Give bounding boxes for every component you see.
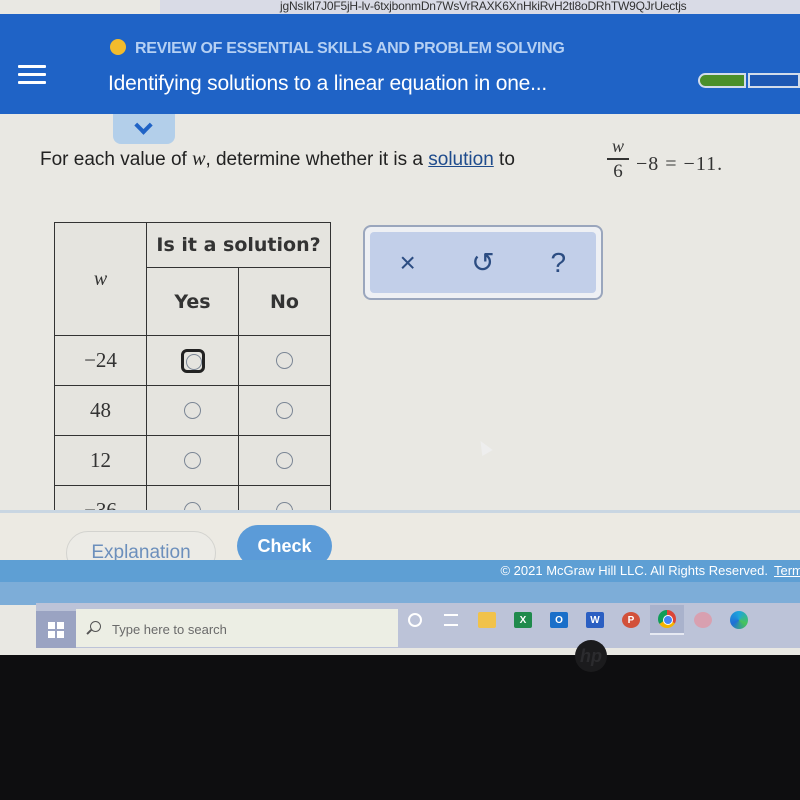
is-solution-header: Is it a solution? xyxy=(146,222,331,268)
taskbar-search[interactable]: Type here to search xyxy=(76,609,398,647)
lesson-title: Identifying solutions to a linear equati… xyxy=(108,72,548,95)
section-title: REVIEW OF ESSENTIAL SKILLS AND PROBLEM S… xyxy=(135,40,565,57)
edge-icon[interactable] xyxy=(722,605,756,635)
fraction-bar xyxy=(607,158,629,160)
hp-logo: hp xyxy=(575,640,607,672)
windows-logo-icon xyxy=(48,621,64,638)
fraction-denominator: 6 xyxy=(613,160,623,182)
windows-taskbar: Type here to search X O W P xyxy=(36,603,800,648)
fraction-numerator: w xyxy=(611,136,624,156)
solution-table: w Is it a solution? Yes No −24 48 12 −36 xyxy=(54,222,331,536)
yes-radio[interactable] xyxy=(184,451,201,469)
question-middle: , determine whether it is a xyxy=(205,149,429,170)
chevron-down-icon xyxy=(134,116,153,135)
header: REVIEW OF ESSENTIAL SKILLS AND PROBLEM S… xyxy=(0,14,800,114)
w-value: −24 xyxy=(54,335,147,386)
equation-rest: −8 = −11. xyxy=(636,153,724,175)
progress-segment-incomplete xyxy=(748,73,800,88)
answer-tools-panel: × ↺ ? xyxy=(363,225,603,300)
question-prefix: For each value of xyxy=(40,149,193,170)
question-suffix: to xyxy=(493,149,515,170)
footer: © 2021 McGraw Hill LLC. All Rights Reser… xyxy=(0,560,800,582)
mouse-cursor-icon xyxy=(475,437,493,457)
powerpoint-icon[interactable]: P xyxy=(614,605,648,635)
search-icon xyxy=(90,621,101,632)
start-button[interactable] xyxy=(36,611,76,648)
yes-column-header: Yes xyxy=(146,267,239,336)
yes-radio[interactable] xyxy=(184,401,201,419)
no-radio[interactable] xyxy=(276,451,293,469)
terms-link[interactable]: Terms of Use xyxy=(774,563,800,578)
help-icon[interactable]: ? xyxy=(538,247,578,279)
file-explorer-icon[interactable] xyxy=(470,605,504,635)
solution-link[interactable]: solution xyxy=(428,149,494,170)
word-icon[interactable]: W xyxy=(578,605,612,635)
hamburger-menu-icon[interactable] xyxy=(12,60,52,92)
question-variable: w xyxy=(192,148,206,170)
variable-column-header: w xyxy=(54,222,147,336)
cortana-icon[interactable] xyxy=(398,605,432,635)
yes-radio[interactable] xyxy=(180,348,205,373)
taskbar-apps: X O W P xyxy=(398,603,758,637)
browser-status-strip xyxy=(0,582,800,605)
task-view-icon[interactable] xyxy=(434,605,468,635)
undo-icon[interactable]: ↺ xyxy=(463,246,503,279)
table-row: −24 xyxy=(54,335,331,386)
collapse-header-button[interactable] xyxy=(113,114,175,144)
no-radio[interactable] xyxy=(276,401,293,419)
excel-icon[interactable]: X xyxy=(506,605,540,635)
question-text: For each value of w, determine whether i… xyxy=(40,148,515,171)
no-column-header: No xyxy=(238,267,331,336)
table-row: 12 xyxy=(54,435,331,486)
progress-segment-complete xyxy=(698,73,746,88)
clear-icon[interactable]: × xyxy=(388,247,428,279)
url-text: jgNsIkl7J0F5jH-lv-6txjbonmDn7WsVrRAXK6Xn… xyxy=(280,0,687,13)
table-row: 48 xyxy=(54,385,331,436)
w-value: 48 xyxy=(54,385,147,436)
progress-bar xyxy=(698,73,800,89)
chrome-icon[interactable] xyxy=(650,605,684,635)
no-radio[interactable] xyxy=(276,351,293,369)
w-value: 12 xyxy=(54,435,147,486)
outlook-icon[interactable]: O xyxy=(542,605,576,635)
equation-fraction: w 6 xyxy=(605,137,631,181)
status-dot-icon xyxy=(110,39,126,55)
address-bar[interactable]: jgNsIkl7J0F5jH-lv-6txjbonmDn7WsVrRAXK6Xn… xyxy=(160,0,800,14)
snipping-tool-icon[interactable] xyxy=(686,605,720,635)
search-placeholder: Type here to search xyxy=(112,622,227,637)
screen: jgNsIkl7J0F5jH-lv-6txjbonmDn7WsVrRAXK6Xn… xyxy=(0,0,800,655)
copyright-text: © 2021 McGraw Hill LLC. All Rights Reser… xyxy=(500,563,768,578)
